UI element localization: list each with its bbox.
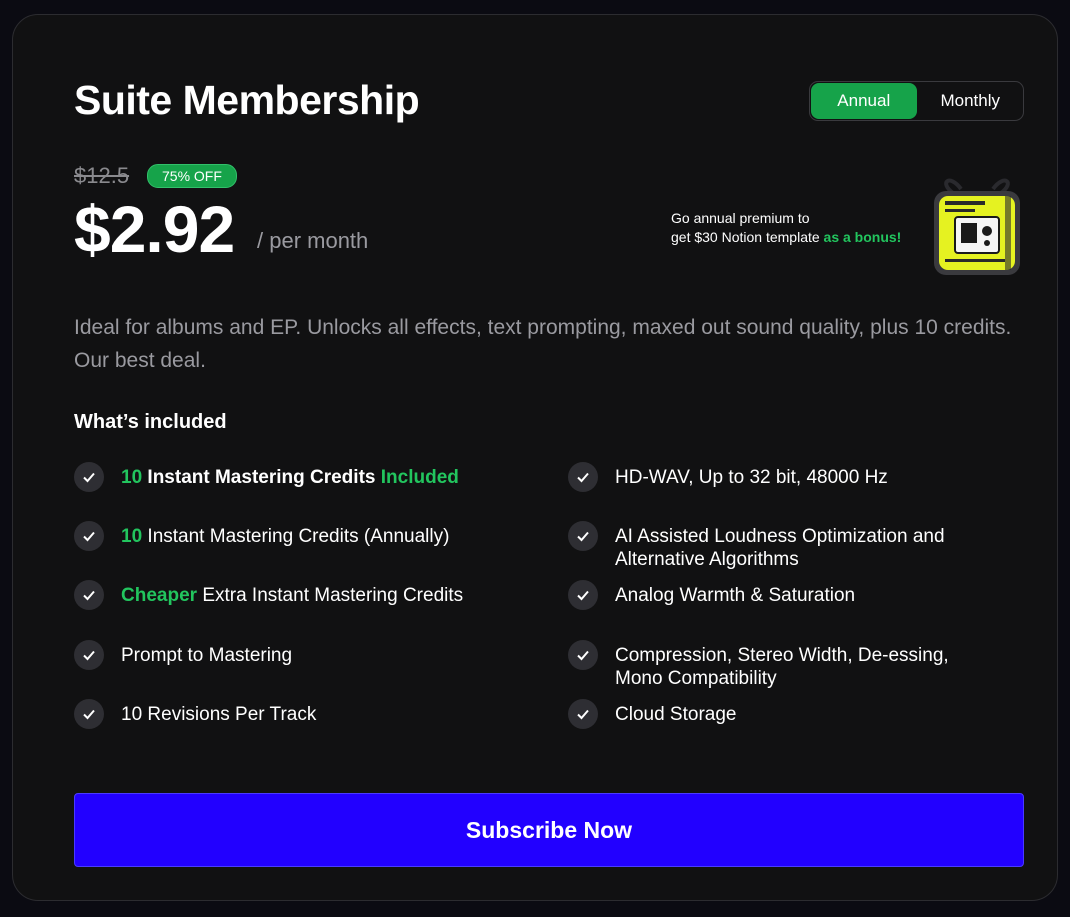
feature-item: Cloud Storage <box>568 699 988 729</box>
discount-badge: 75% OFF <box>147 164 237 188</box>
feature-text: Cloud Storage <box>615 704 737 725</box>
check-icon <box>74 462 104 492</box>
check-icon <box>74 640 104 670</box>
feature-item: 10 Instant Mastering Credits Included <box>74 462 459 492</box>
bonus-line-2-text: get $30 Notion template <box>671 229 820 245</box>
feature-item: 10 Instant Mastering Credits (Annually) <box>74 521 450 551</box>
feature-text: HD-WAV, Up to 32 bit, 48000 Hz <box>615 467 888 488</box>
feature-text: Compression, Stereo Width, De-essing, Mo… <box>615 645 949 689</box>
billing-option-annual[interactable]: Annual <box>811 83 917 119</box>
feature-item: Prompt to Mastering <box>74 640 293 670</box>
pricing-card: Suite Membership Annual Monthly $12.5 75… <box>12 14 1058 901</box>
billing-toggle: Annual Monthly <box>809 81 1024 121</box>
bonus-promo: Go annual premium to get $30 Notion temp… <box>671 209 901 247</box>
check-icon <box>568 521 598 551</box>
feature-text: Analog Warmth & Saturation <box>615 585 856 606</box>
plan-title: Suite Membership <box>74 77 420 123</box>
bonus-highlight: as a bonus! <box>823 229 902 245</box>
feature-text: AI Assisted Loudness Optimization and Al… <box>615 526 945 570</box>
feature-item: Cheaper Extra Instant Mastering Credits <box>74 580 464 610</box>
check-icon <box>568 640 598 670</box>
billing-option-monthly[interactable]: Monthly <box>918 82 1024 120</box>
check-icon <box>74 580 104 610</box>
subscribe-button[interactable]: Subscribe Now <box>74 793 1024 867</box>
feature-item: Compression, Stereo Width, De-essing, Mo… <box>568 640 988 690</box>
feature-item: HD-WAV, Up to 32 bit, 48000 Hz <box>568 462 988 492</box>
check-icon <box>568 462 598 492</box>
feature-text: 10 Instant Mastering Credits (Annually) <box>121 526 450 547</box>
feature-text: 10 Revisions Per Track <box>121 704 317 725</box>
bonus-line-2: get $30 Notion template as a bonus! <box>671 228 901 247</box>
feature-text: Prompt to Mastering <box>121 645 293 666</box>
check-icon <box>74 521 104 551</box>
current-price: $2.92 <box>74 192 235 266</box>
feature-item: 10 Revisions Per Track <box>74 699 317 729</box>
gift-box-icon <box>934 178 1020 275</box>
original-price: $12.5 <box>74 163 130 188</box>
bonus-line-1: Go annual premium to <box>671 210 810 226</box>
feature-item: Analog Warmth & Saturation <box>568 580 988 610</box>
price-period: / per month <box>257 228 369 253</box>
check-icon <box>568 580 598 610</box>
check-icon <box>74 699 104 729</box>
feature-item: AI Assisted Loudness Optimization and Al… <box>568 521 988 571</box>
plan-description: Ideal for albums and EP. Unlocks all eff… <box>74 316 1012 372</box>
feature-text: Cheaper Extra Instant Mastering Credits <box>121 585 464 606</box>
check-icon <box>568 699 598 729</box>
included-heading: What’s included <box>74 411 227 433</box>
feature-text: 10 Instant Mastering Credits Included <box>121 467 459 488</box>
